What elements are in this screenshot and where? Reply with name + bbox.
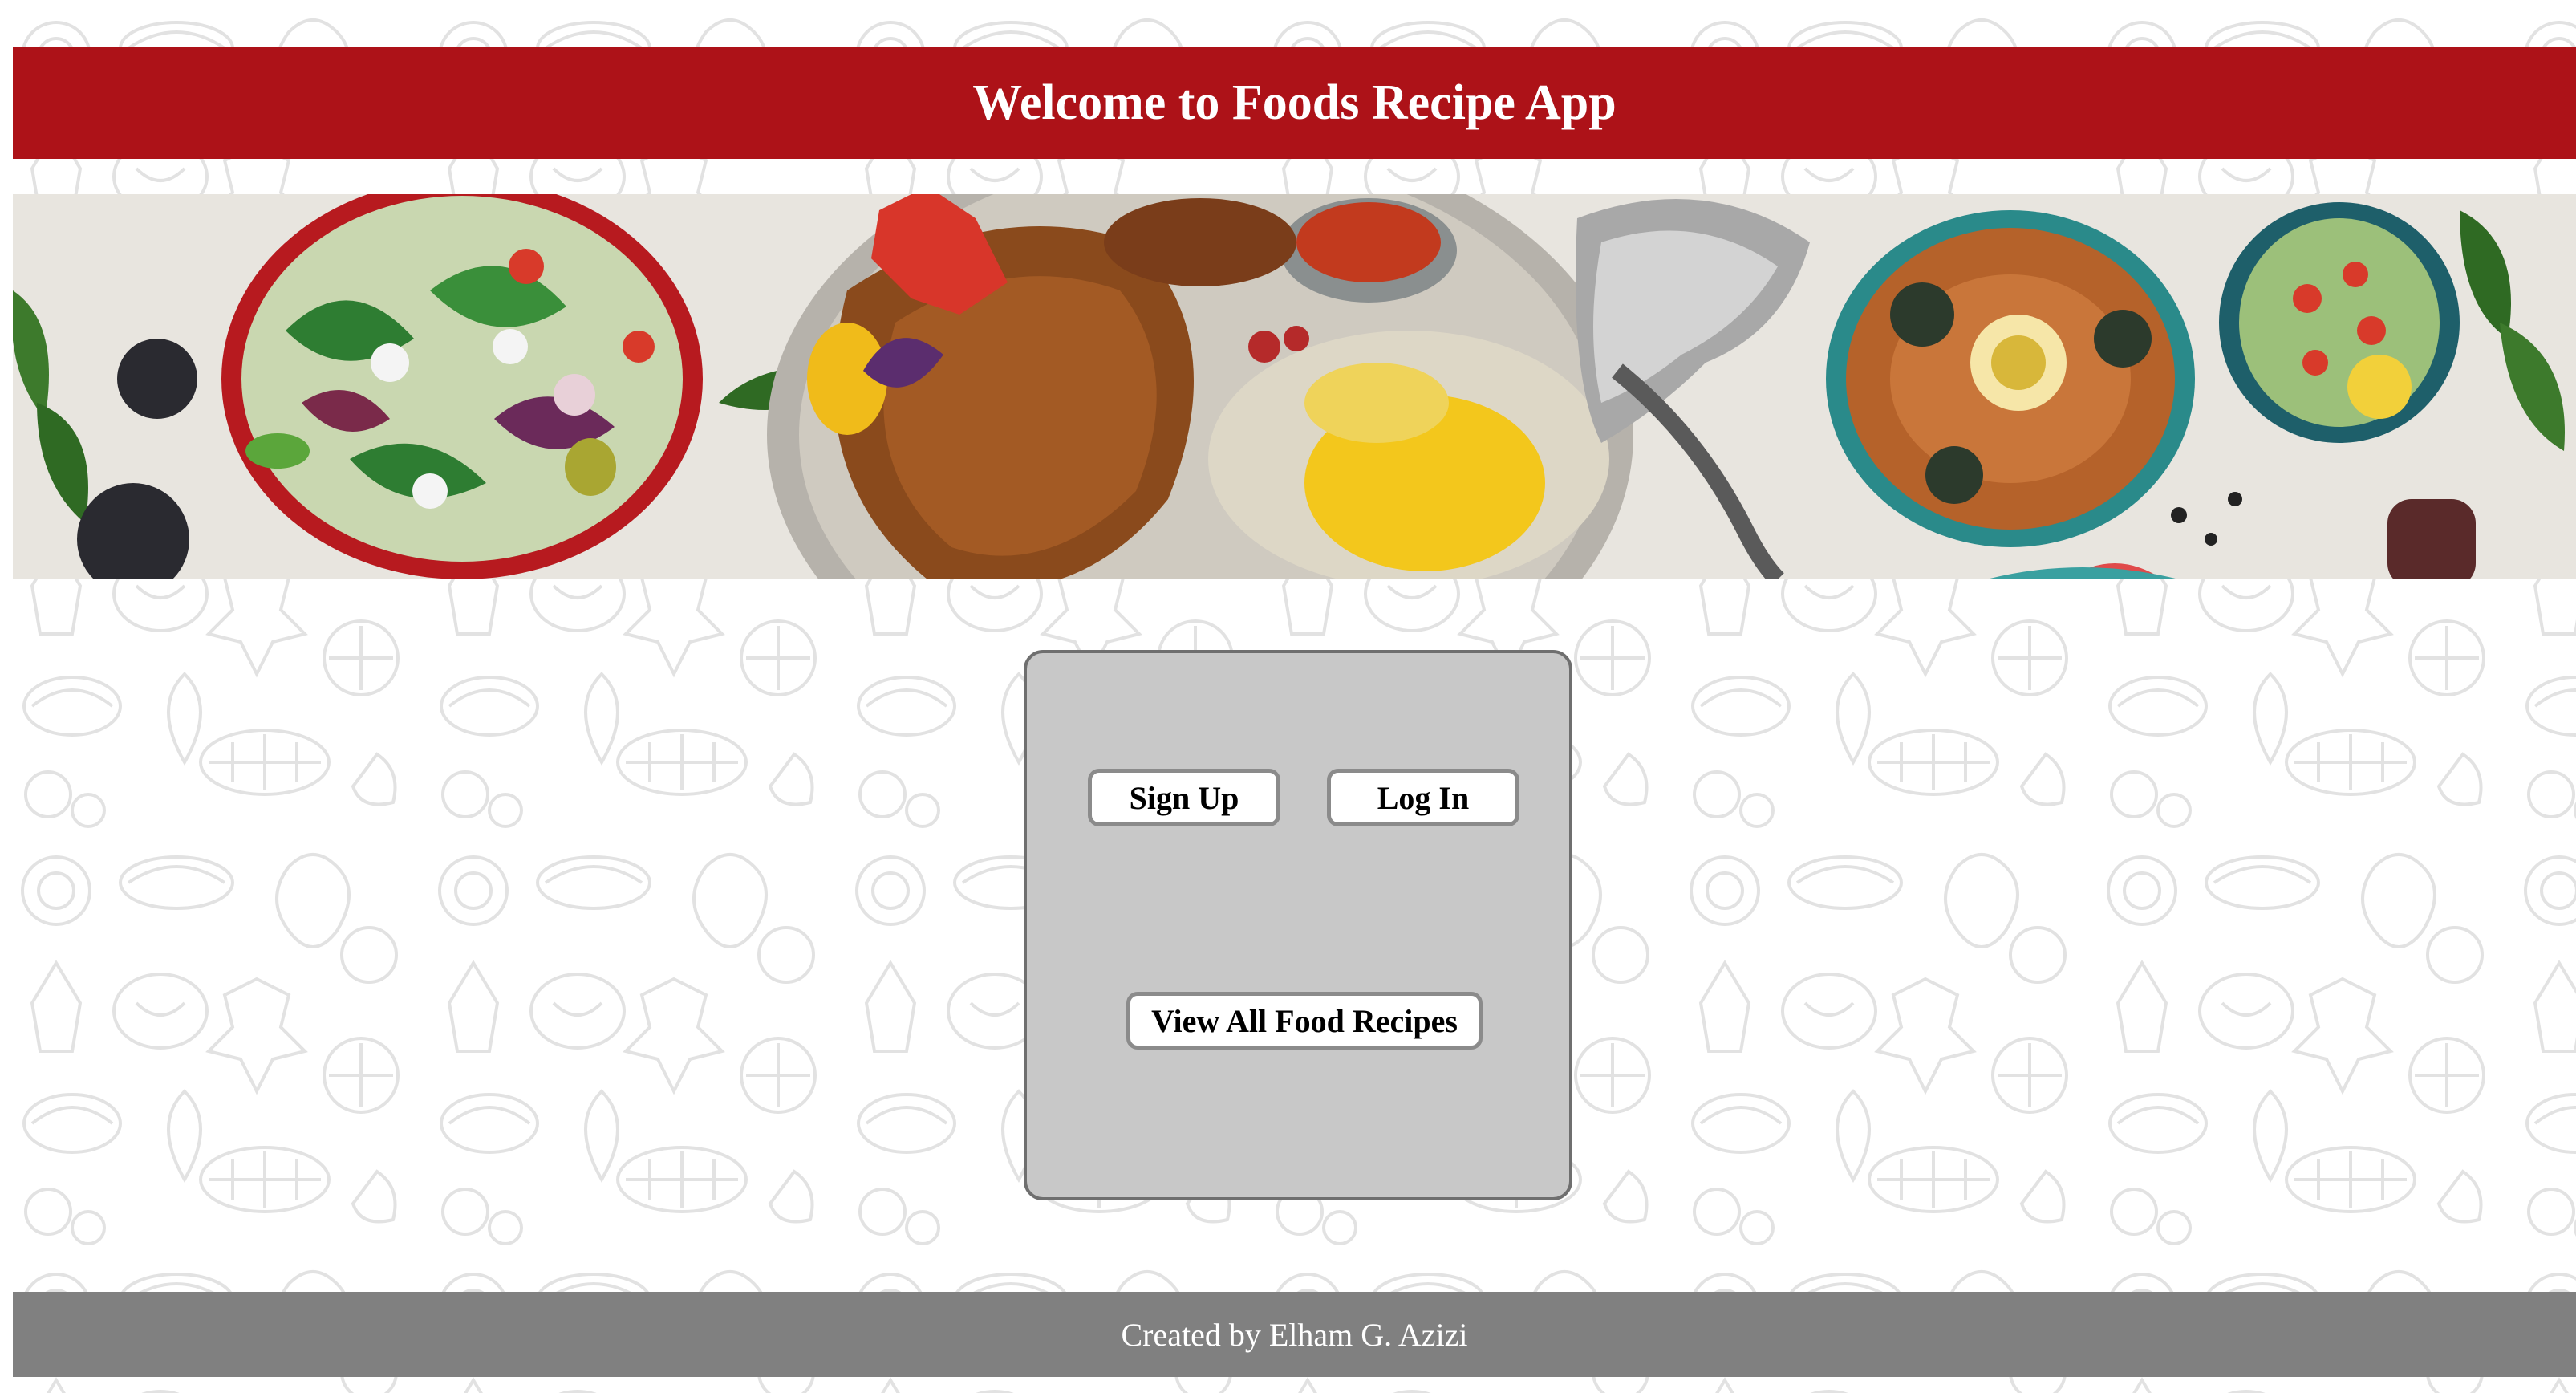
footer: Created by Elham G. Azizi: [13, 1292, 2576, 1377]
auth-panel: Sign Up Log In View All Food Recipes: [1024, 650, 1572, 1200]
sign-up-button[interactable]: Sign Up: [1088, 769, 1280, 826]
footer-credit: Created by Elham G. Azizi: [1121, 1316, 1468, 1353]
page-title: Welcome to Foods Recipe App: [972, 75, 1617, 130]
view-all-recipes-button[interactable]: View All Food Recipes: [1126, 992, 1483, 1050]
salad-bowl: [221, 194, 703, 579]
log-in-button[interactable]: Log In: [1327, 769, 1519, 826]
food-banner-image: [13, 194, 2576, 579]
app-header: Welcome to Foods Recipe App: [13, 47, 2576, 159]
teal-bowl: [1826, 210, 2195, 547]
meat-rice-platter: [767, 194, 1633, 579]
